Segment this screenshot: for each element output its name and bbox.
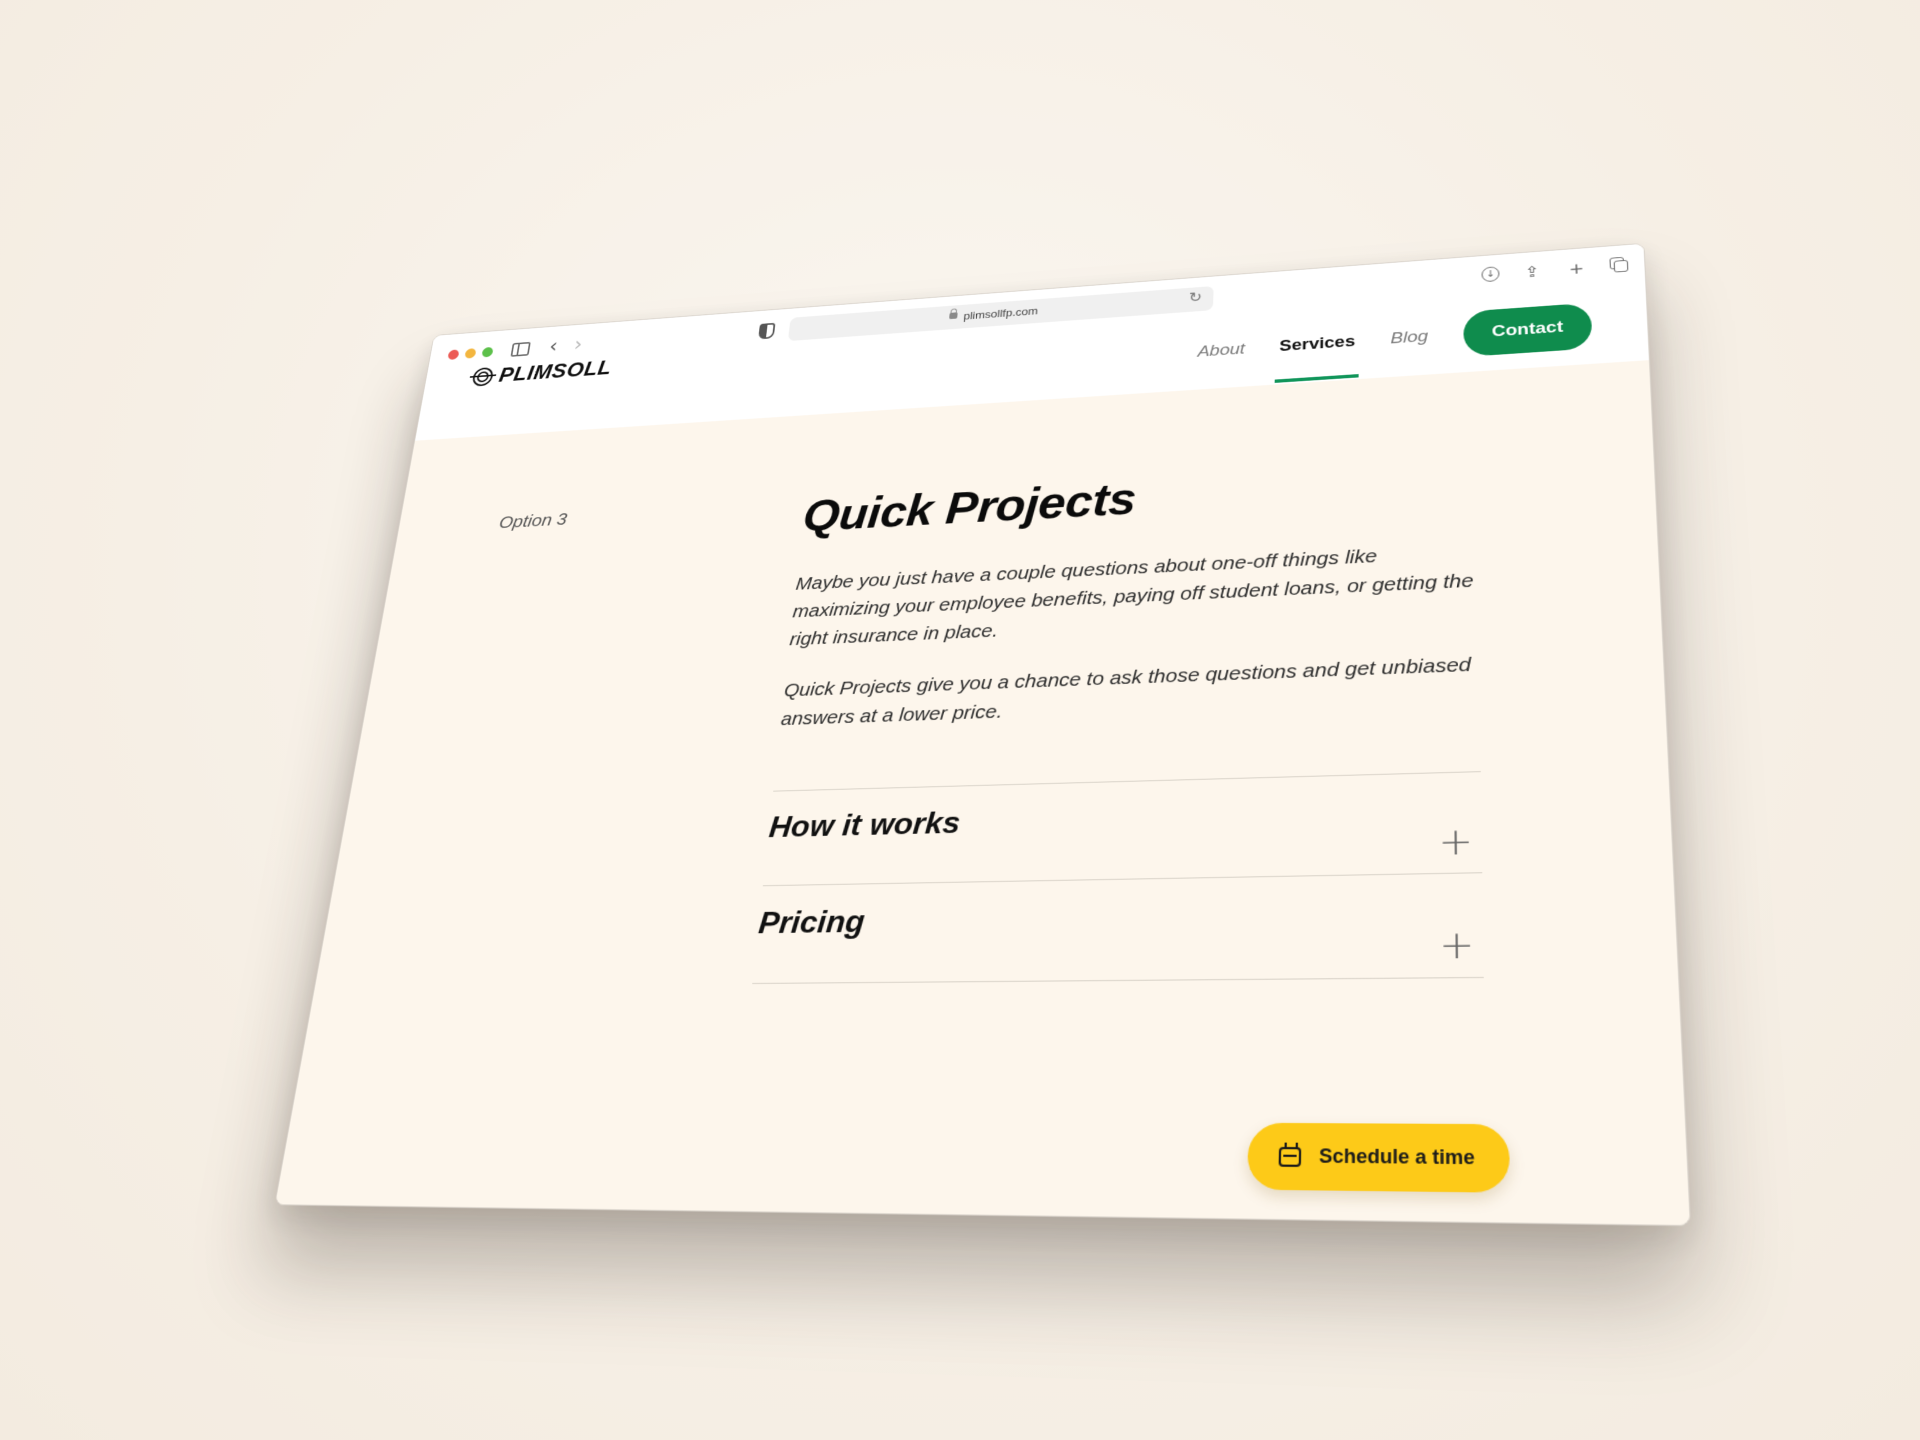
intro-paragraph: Maybe you just have a couple questions a… bbox=[788, 545, 1474, 650]
page-title: Quick Projects bbox=[800, 473, 1137, 542]
new-tab-icon[interactable]: + bbox=[1565, 260, 1588, 279]
calendar-icon bbox=[1278, 1146, 1302, 1167]
accordion: How it works + Pricing + bbox=[752, 771, 1484, 984]
plimsoll-logo-icon bbox=[471, 366, 495, 387]
minimize-window-button[interactable] bbox=[464, 348, 477, 359]
nav-link-services[interactable]: Services bbox=[1279, 333, 1355, 356]
background-stage: ‹ › plimsollfp.com ↻ ↓ ⇪ + PLIMSOLL Abou… bbox=[0, 0, 1920, 1440]
description-paragraph: Quick Projects give you a chance to ask … bbox=[779, 653, 1472, 730]
browser-window: ‹ › plimsollfp.com ↻ ↓ ⇪ + PLIMSOLL Abou… bbox=[274, 242, 1692, 1227]
browser-actions: ↓ ⇪ + bbox=[1481, 257, 1626, 285]
forward-arrow-icon[interactable]: › bbox=[573, 333, 584, 355]
schedule-a-time-button[interactable]: Schedule a time bbox=[1246, 1122, 1511, 1193]
accordion-title: Pricing bbox=[756, 903, 867, 941]
contact-button[interactable]: Contact bbox=[1463, 302, 1593, 357]
url-text: plimsollfp.com bbox=[963, 304, 1039, 323]
accordion-title: How it works bbox=[767, 805, 962, 844]
window-controls bbox=[447, 346, 494, 360]
expand-plus-icon[interactable]: + bbox=[1439, 922, 1475, 968]
sidebar-toggle-icon[interactable] bbox=[510, 341, 531, 357]
tab-overview-icon[interactable] bbox=[1609, 257, 1626, 271]
share-icon[interactable]: ⇪ bbox=[1521, 263, 1543, 282]
accordion-item-pricing[interactable]: Pricing + bbox=[752, 873, 1484, 984]
nav-link-blog[interactable]: Blog bbox=[1390, 328, 1428, 349]
lock-icon bbox=[949, 312, 958, 320]
maximize-window-button[interactable] bbox=[481, 346, 494, 358]
accordion-item-how-it-works[interactable]: How it works + bbox=[762, 772, 1483, 887]
nav-link-about[interactable]: About bbox=[1197, 340, 1245, 361]
privacy-shield-icon[interactable] bbox=[758, 322, 776, 340]
page-content: Option 3 Quick Projects Maybe you just h… bbox=[275, 360, 1690, 1226]
browser-window-wrapper: ‹ › plimsollfp.com ↻ ↓ ⇪ + PLIMSOLL Abou… bbox=[274, 242, 1692, 1227]
main-column: Quick Projects Maybe you just have a cou… bbox=[752, 454, 1484, 984]
back-arrow-icon[interactable]: ‹ bbox=[548, 335, 559, 357]
reload-icon[interactable]: ↻ bbox=[1188, 289, 1202, 306]
close-window-button[interactable] bbox=[447, 349, 460, 360]
download-icon[interactable]: ↓ bbox=[1481, 266, 1500, 283]
schedule-label: Schedule a time bbox=[1318, 1145, 1475, 1169]
option-label: Option 3 bbox=[497, 509, 569, 533]
expand-plus-icon[interactable]: + bbox=[1438, 819, 1473, 864]
